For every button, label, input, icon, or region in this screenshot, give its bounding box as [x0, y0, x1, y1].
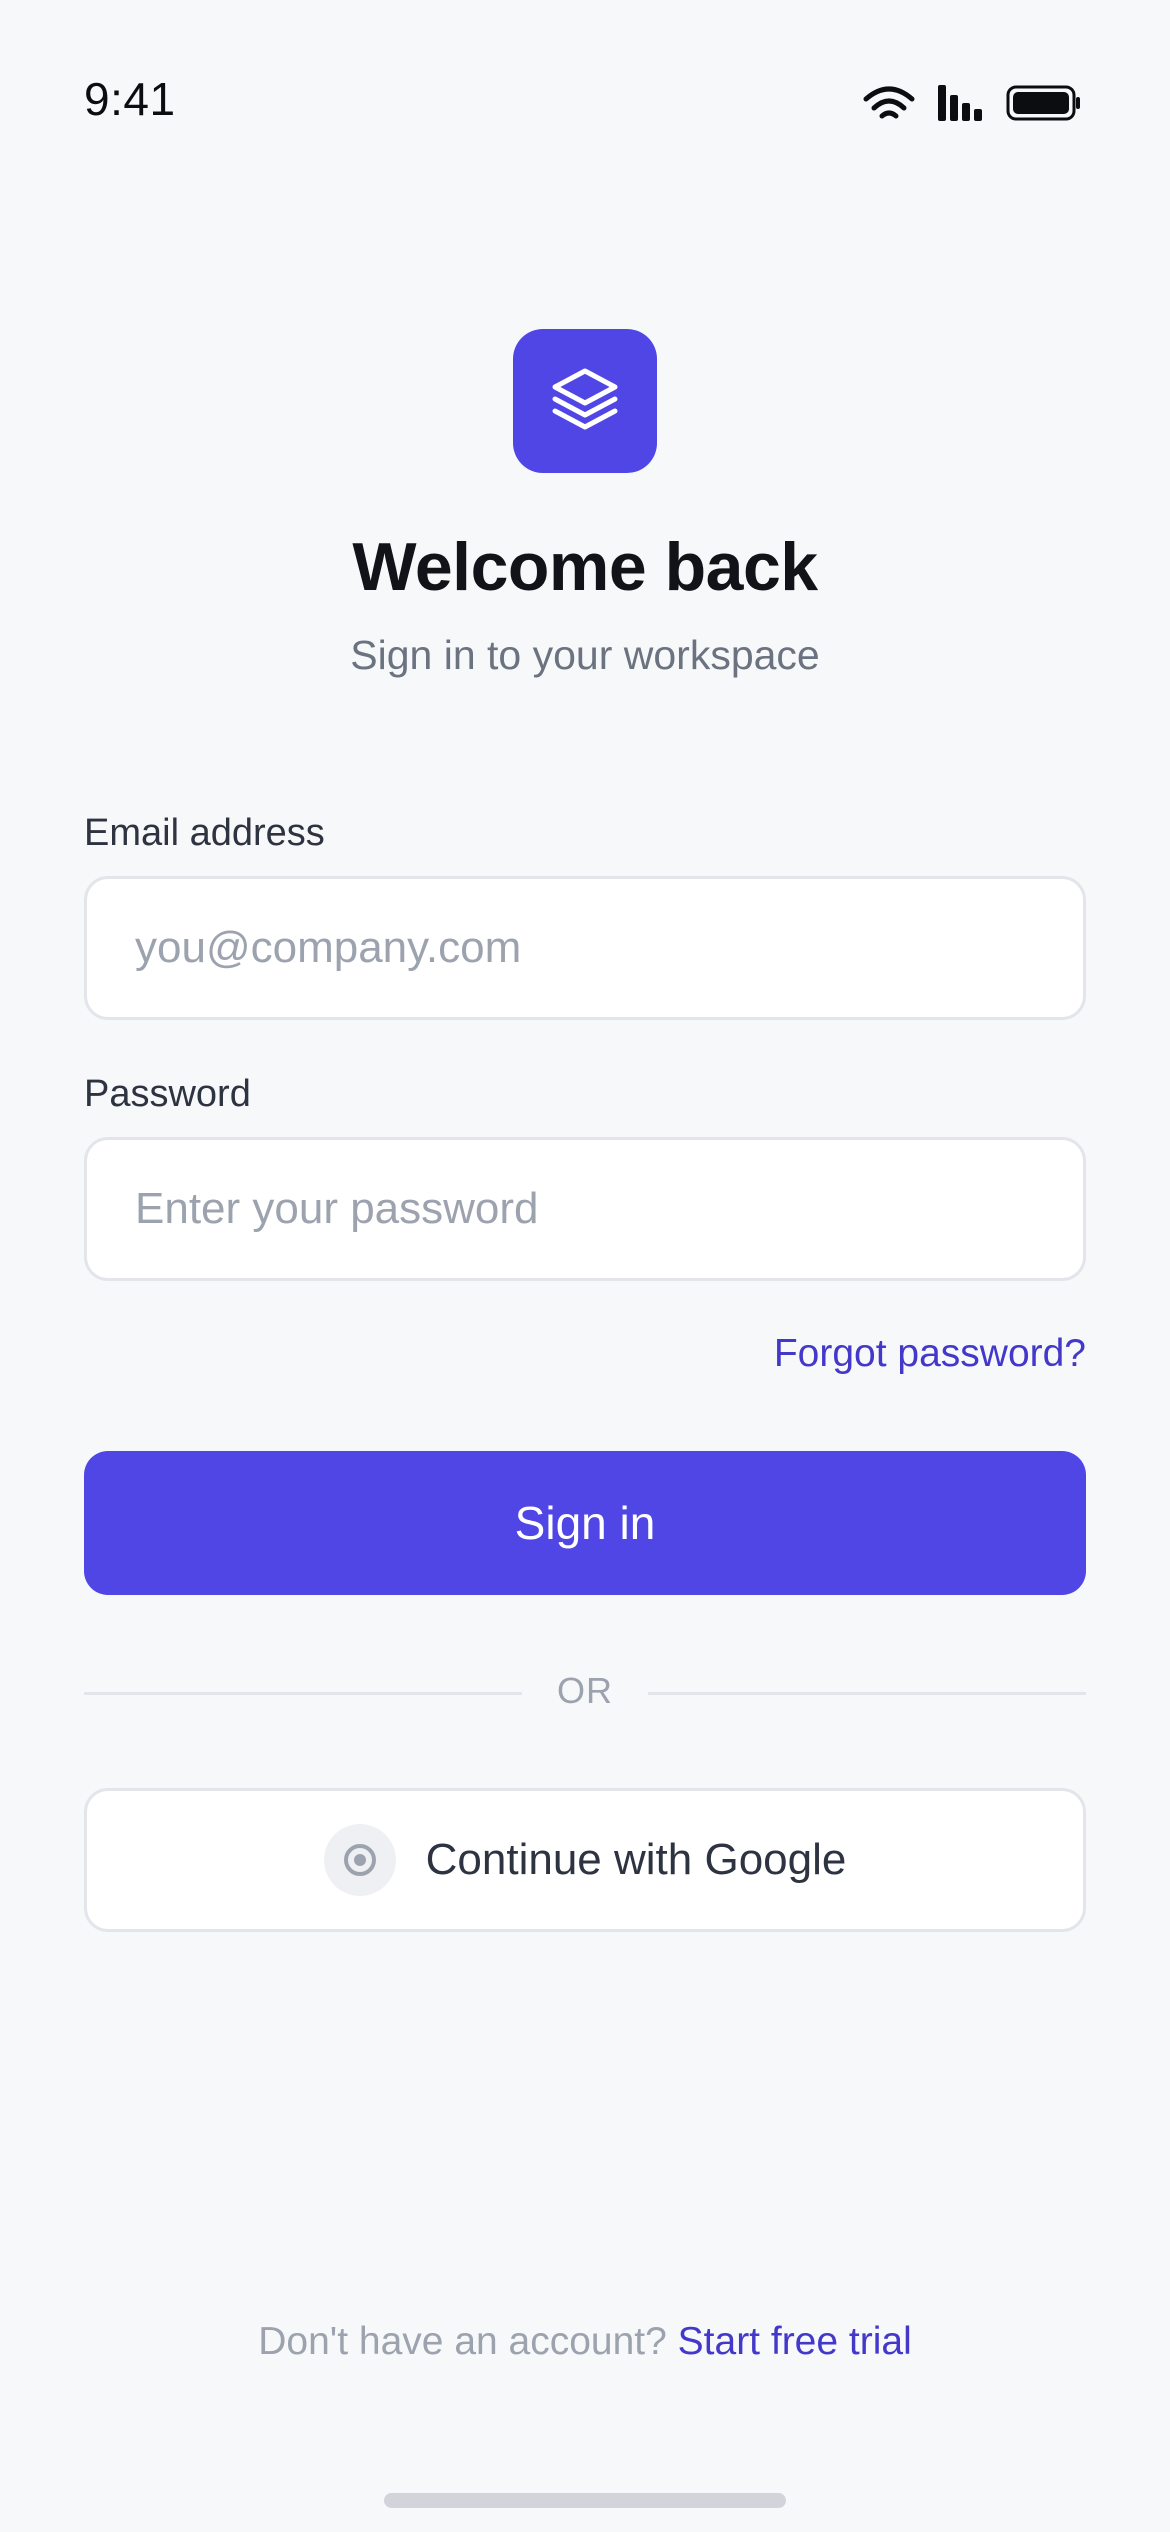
start-free-trial-link[interactable]: Start free trial [678, 2320, 912, 2363]
battery-icon [1006, 85, 1082, 121]
email-label: Email address [84, 812, 325, 854]
signup-footer: Don't have an account? Start free trial [0, 2320, 1170, 2364]
wifi-icon [862, 83, 916, 123]
page-title: Welcome back [352, 529, 818, 605]
status-time: 9:41 [84, 73, 176, 125]
page-subtitle: Sign in to your workspace [350, 632, 820, 678]
password-label: Password [84, 1073, 251, 1115]
google-button-label: Continue with Google [425, 1835, 847, 1884]
forgot-password-link[interactable]: Forgot password? [774, 1332, 1086, 1376]
layers-icon [549, 363, 621, 440]
divider-text: OR [557, 1670, 613, 1711]
login-screen: 9:41 Welcome back Sign in to your worksp… [0, 0, 1170, 2532]
password-field[interactable] [84, 1137, 1086, 1281]
google-sign-in-button[interactable]: Continue with Google [84, 1788, 1086, 1932]
app-logo [513, 329, 657, 473]
status-icons [862, 80, 1082, 126]
status-bar: 9:41 [0, 0, 1170, 200]
google-icon [323, 1824, 396, 1896]
divider-line-left [84, 1692, 522, 1695]
sign-in-button[interactable]: Sign in [84, 1451, 1086, 1595]
divider-line-right [648, 1692, 1086, 1695]
home-indicator[interactable] [384, 2493, 786, 2508]
signal-icon [938, 85, 984, 121]
email-field[interactable] [84, 876, 1086, 1020]
signup-prompt: Don't have an account? [258, 2320, 678, 2363]
